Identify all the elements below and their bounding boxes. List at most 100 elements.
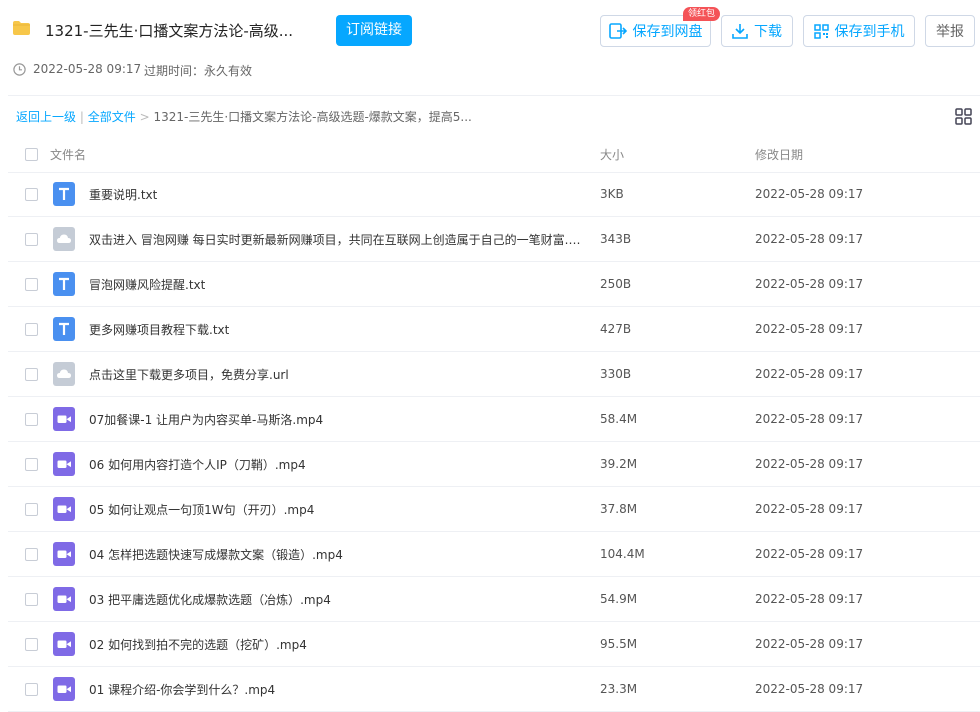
file-name[interactable]: 07加餐课-1 让用户为内容买单-马斯洛.mp4 — [89, 411, 323, 428]
download-button[interactable]: 下载 — [721, 15, 793, 47]
file-size: 330B — [600, 367, 632, 381]
file-row[interactable]: 点击这里下载更多项目，免费分享.url 330B 2022-05-28 09:17 — [8, 352, 980, 397]
file-name[interactable]: 重要说明.txt — [89, 186, 157, 203]
row-checkbox[interactable] — [25, 458, 38, 471]
file-date: 2022-05-28 09:17 — [755, 232, 864, 246]
file-row[interactable]: 双击进入 冒泡网赚 每日实时更新最新网赚项目，共同在互联网上创造属于自己的一笔财… — [8, 217, 980, 262]
file-size: 58.4M — [600, 412, 638, 426]
file-size: 3KB — [600, 187, 624, 201]
file-row[interactable]: 重要说明.txt 3KB 2022-05-28 09:17 — [8, 172, 980, 217]
download-icon — [732, 24, 748, 39]
file-row[interactable]: 02 如何找到拍不完的选题（挖矿）.mp4 95.5M 2022-05-28 09:… — [8, 622, 980, 667]
file-date: 2022-05-28 09:17 — [755, 322, 864, 336]
row-checkbox[interactable] — [25, 188, 38, 201]
file-name[interactable]: 冒泡网赚风险提醒.txt — [89, 276, 205, 293]
grid-view-icon[interactable] — [955, 108, 972, 125]
file-size: 23.3M — [600, 682, 638, 696]
file-name[interactable]: 02 如何找到拍不完的选题（挖矿）.mp4 — [89, 636, 307, 653]
subscribe-link-button[interactable]: 订阅链接 — [336, 15, 412, 46]
file-row[interactable]: 07加餐课-1 让用户为内容买单-马斯洛.mp4 58.4M 2022-05-28 … — [8, 397, 980, 442]
url-file-icon — [53, 227, 75, 251]
video-file-icon — [53, 677, 75, 701]
file-name[interactable]: 双击进入 冒泡网赚 每日实时更新最新网赚项目，共同在互联网上创造属于自己的一笔财… — [89, 231, 581, 248]
url-file-icon — [53, 362, 75, 386]
file-row[interactable]: 01 课程介绍-你会学到什么？.mp4 23.3M 2022-05-28 09:17 — [8, 667, 980, 712]
file-date: 2022-05-28 09:17 — [755, 412, 864, 426]
file-size: 104.4M — [600, 547, 645, 561]
file-date: 2022-05-28 09:17 — [755, 547, 864, 561]
file-size: 250B — [600, 277, 632, 291]
row-checkbox[interactable] — [25, 368, 38, 381]
video-file-icon — [53, 452, 75, 476]
row-checkbox[interactable] — [25, 233, 38, 246]
file-row[interactable]: 04 怎样把选题快速写成爆款文案（锻造）.mp4 104.4M 2022-05-28… — [8, 532, 980, 577]
file-date: 2022-05-28 09:17 — [755, 637, 864, 651]
txt-file-icon — [53, 317, 75, 341]
header-divider — [8, 95, 980, 96]
table-header: 文件名 大小 修改日期 — [8, 138, 980, 173]
txt-file-icon — [53, 182, 75, 206]
row-checkbox[interactable] — [25, 683, 38, 696]
column-size[interactable]: 大小 — [600, 146, 624, 163]
video-file-icon — [53, 407, 75, 431]
select-all-checkbox[interactable] — [25, 148, 38, 161]
row-checkbox[interactable] — [25, 593, 38, 606]
row-checkbox[interactable] — [25, 548, 38, 561]
report-button[interactable]: 举报 — [925, 15, 975, 47]
txt-file-icon — [53, 272, 75, 296]
file-size: 95.5M — [600, 637, 638, 651]
breadcrumb-divider: | — [79, 110, 84, 124]
row-checkbox[interactable] — [25, 278, 38, 291]
row-checkbox[interactable] — [25, 413, 38, 426]
share-title: 1321-三先生·口播文案方法论-高级... — [45, 22, 294, 40]
file-row[interactable]: 冒泡网赚风险提醒.txt 250B 2022-05-28 09:17 — [8, 262, 980, 307]
file-size: 427B — [600, 322, 632, 336]
file-date: 2022-05-28 09:17 — [755, 592, 864, 606]
red-packet-badge: 领红包 — [683, 7, 721, 21]
expire-time: 过期时间：永久有效 — [144, 64, 253, 78]
row-checkbox[interactable] — [25, 638, 38, 651]
row-checkbox[interactable] — [25, 503, 38, 516]
file-row[interactable]: 06 如何用内容打造个人IP（刀鞘）.mp4 39.2M 2022-05-28 09… — [8, 442, 980, 487]
clock-icon — [13, 63, 26, 76]
file-size: 39.2M — [600, 457, 638, 471]
file-name[interactable]: 06 如何用内容打造个人IP（刀鞘）.mp4 — [89, 456, 306, 473]
qrcode-icon — [813, 23, 829, 39]
folder-icon — [13, 21, 30, 35]
file-date: 2022-05-28 09:17 — [755, 682, 864, 696]
file-date: 2022-05-28 09:17 — [755, 277, 864, 291]
file-name[interactable]: 01 课程介绍-你会学到什么？.mp4 — [89, 681, 275, 698]
video-file-icon — [53, 497, 75, 521]
report-label: 举报 — [936, 24, 964, 40]
current-folder: 1321-三先生·口播文案方法论-高级选题-爆款文案，提高5... — [153, 110, 472, 124]
download-label: 下载 — [754, 24, 782, 40]
breadcrumb-separator: > — [139, 110, 150, 124]
save-to-phone-button[interactable]: 保存到手机 — [803, 15, 915, 47]
file-name[interactable]: 03 把平庸选题优化成爆款选题（冶炼）.mp4 — [89, 591, 331, 608]
back-link[interactable]: 返回上一级 — [16, 110, 76, 124]
video-file-icon — [53, 587, 75, 611]
share-time: 2022-05-28 09:17 — [33, 62, 142, 76]
file-name[interactable]: 04 怎样把选题快速写成爆款文案（锻造）.mp4 — [89, 546, 343, 563]
file-size: 343B — [600, 232, 632, 246]
file-row[interactable]: 05 如何让观点一句顶1W句（开刃）.mp4 37.8M 2022-05-28 09… — [8, 487, 980, 532]
file-row[interactable]: 03 把平庸选题优化成爆款选题（冶炼）.mp4 54.9M 2022-05-28 0… — [8, 577, 980, 622]
column-filename[interactable]: 文件名 — [50, 146, 86, 163]
file-name[interactable]: 更多网赚项目教程下载.txt — [89, 321, 229, 338]
save-to-cloud-label: 保存到网盘 — [632, 24, 703, 40]
save-cloud-icon — [608, 23, 627, 39]
all-files-link[interactable]: 全部文件 — [88, 110, 136, 124]
file-date: 2022-05-28 09:17 — [755, 187, 864, 201]
file-date: 2022-05-28 09:17 — [755, 502, 864, 516]
row-checkbox[interactable] — [25, 323, 38, 336]
file-row[interactable]: 更多网赚项目教程下载.txt 427B 2022-05-28 09:17 — [8, 307, 980, 352]
file-name[interactable]: 05 如何让观点一句顶1W句（开刃）.mp4 — [89, 501, 314, 518]
file-name[interactable]: 点击这里下载更多项目，免费分享.url — [89, 366, 289, 383]
file-size: 37.8M — [600, 502, 638, 516]
breadcrumb: 返回上一级 | 全部文件 > 1321-三先生·口播文案方法论-高级选题-爆款文… — [16, 108, 472, 125]
file-date: 2022-05-28 09:17 — [755, 457, 864, 471]
file-size: 54.9M — [600, 592, 638, 606]
column-date[interactable]: 修改日期 — [755, 146, 803, 163]
video-file-icon — [53, 632, 75, 656]
file-date: 2022-05-28 09:17 — [755, 367, 864, 381]
